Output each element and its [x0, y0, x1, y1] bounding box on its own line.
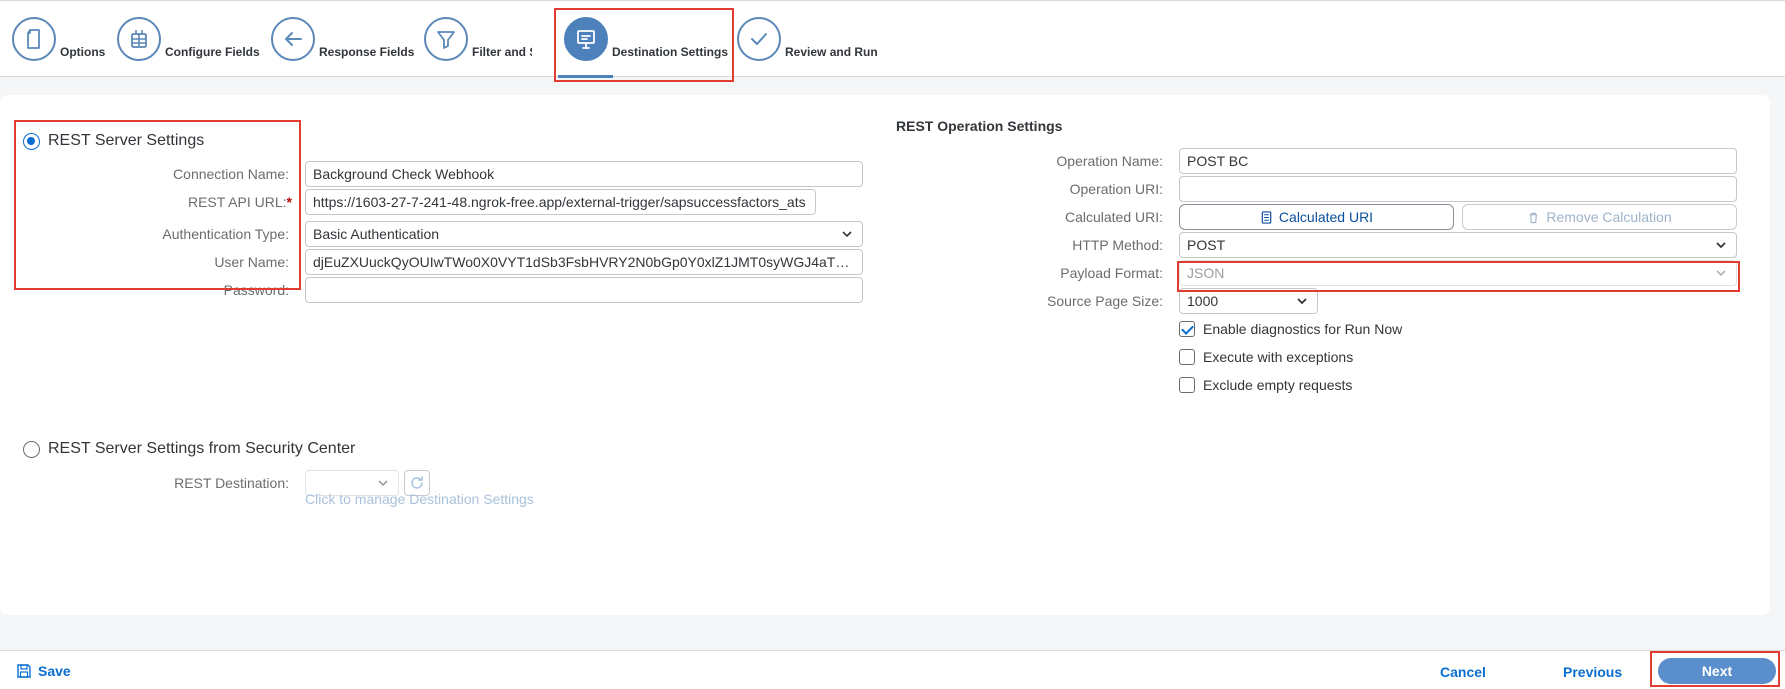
execute-with-exceptions-label: Execute with exceptions	[1203, 349, 1354, 365]
rest-api-url-label: REST API URL:*	[187, 194, 292, 210]
source-page-size-value: 1000	[1187, 293, 1219, 309]
destination-settings-panel: REST Server Settings Connection Name: Ba…	[0, 95, 1770, 615]
http-method-select[interactable]: POST	[1179, 232, 1737, 258]
presentation-icon	[564, 17, 608, 61]
source-page-size-label: Source Page Size:	[1047, 293, 1163, 309]
exclude-empty-requests-label: Exclude empty requests	[1203, 377, 1353, 393]
rest-destination-label: REST Destination:	[174, 475, 289, 491]
chevron-down-icon	[1297, 298, 1307, 305]
arrow-left-icon	[271, 17, 315, 61]
remove-calculation-button[interactable]: Remove Calculation	[1462, 204, 1737, 230]
chevron-down-icon	[842, 231, 852, 238]
next-button[interactable]: Next	[1658, 658, 1776, 684]
authentication-type-value: Basic Authentication	[313, 226, 440, 242]
user-name-input[interactable]: djEuZXUuckQyOUIwTWo0X0VYT1dSb3FsbHVRY2N0…	[305, 249, 863, 275]
save-button-label: Save	[38, 663, 71, 679]
save-icon	[17, 664, 31, 678]
http-method-label: HTTP Method:	[1072, 237, 1163, 253]
connection-name-label: Connection Name:	[173, 166, 289, 182]
cancel-button[interactable]: Cancel	[1440, 664, 1486, 680]
filter-icon	[424, 17, 468, 61]
rest-api-url-input[interactable]: https://1603-27-7-241-48.ngrok-free.app/…	[305, 189, 816, 215]
chevron-down-icon	[1716, 242, 1726, 249]
wizard-navigation: Options Configure Fields Response Fields…	[0, 0, 1785, 78]
password-input[interactable]	[305, 277, 863, 303]
chevron-down-icon	[1716, 270, 1726, 277]
manage-destination-settings-link[interactable]: Click to manage Destination Settings	[305, 491, 534, 507]
step-label: Filter and Sort	[472, 45, 532, 59]
step-label: Options	[60, 45, 106, 59]
step-label: Configure Fields	[165, 45, 260, 59]
http-method-value: POST	[1187, 237, 1226, 253]
next-button-label: Next	[1701, 663, 1733, 679]
step-label: Response Fields	[319, 45, 415, 59]
calculated-uri-label: Calculated URI:	[1064, 209, 1163, 225]
authentication-type-label: Authentication Type:	[162, 226, 289, 242]
user-name-label: User Name:	[214, 254, 289, 270]
payload-format-label: Payload Format:	[1060, 265, 1163, 281]
rest-server-settings-title: REST Server Settings	[48, 132, 205, 149]
footer-toolbar: Save Cancel Previous Next	[0, 650, 1785, 689]
payload-format-select[interactable]: JSON	[1179, 260, 1737, 286]
check-icon	[737, 17, 781, 61]
payload-format-value: JSON	[1187, 265, 1225, 281]
security-center-settings-title: REST Server Settings from Security Cente…	[48, 440, 356, 457]
enable-diagnostics-label: Enable diagnostics for Run Now	[1203, 321, 1403, 337]
security-center-settings-radio[interactable]	[23, 441, 40, 458]
previous-button[interactable]: Previous	[1563, 664, 1622, 680]
rest-server-settings-radio[interactable]	[23, 133, 40, 150]
operation-name-label: Operation Name:	[1056, 153, 1163, 169]
remove-calculation-button-label: Remove Calculation	[1546, 209, 1672, 225]
step-label: Review and Run	[785, 45, 878, 59]
password-label: Password:	[223, 282, 289, 298]
rest-operation-settings-title: REST Operation Settings	[896, 118, 1063, 134]
calculated-uri-button-label: Calculated URI	[1278, 209, 1374, 225]
save-button[interactable]: Save	[16, 663, 71, 679]
connection-name-input[interactable]: Background Check Webhook	[305, 161, 863, 187]
authentication-type-select[interactable]: Basic Authentication	[305, 221, 863, 247]
enable-diagnostics-checkbox[interactable]	[1179, 321, 1195, 337]
exclude-empty-requests-checkbox[interactable]	[1179, 377, 1195, 393]
document-icon	[12, 17, 56, 61]
operation-uri-label: Operation URI:	[1069, 181, 1163, 197]
execute-with-exceptions-checkbox[interactable]	[1179, 349, 1195, 365]
calculated-uri-button[interactable]: Calculated URI	[1179, 204, 1454, 230]
grid-icon	[117, 17, 161, 61]
step-label: Destination Settings	[612, 45, 729, 59]
operation-name-input[interactable]: POST BC	[1179, 148, 1737, 174]
trash-icon	[1530, 212, 1538, 223]
required-marker: *	[286, 194, 292, 210]
operation-uri-input[interactable]	[1179, 176, 1737, 202]
calculator-icon	[1261, 210, 1272, 224]
source-page-size-select[interactable]: 1000	[1179, 288, 1318, 314]
active-step-indicator	[558, 75, 613, 78]
refresh-icon	[411, 476, 423, 489]
chevron-down-icon	[378, 480, 388, 487]
